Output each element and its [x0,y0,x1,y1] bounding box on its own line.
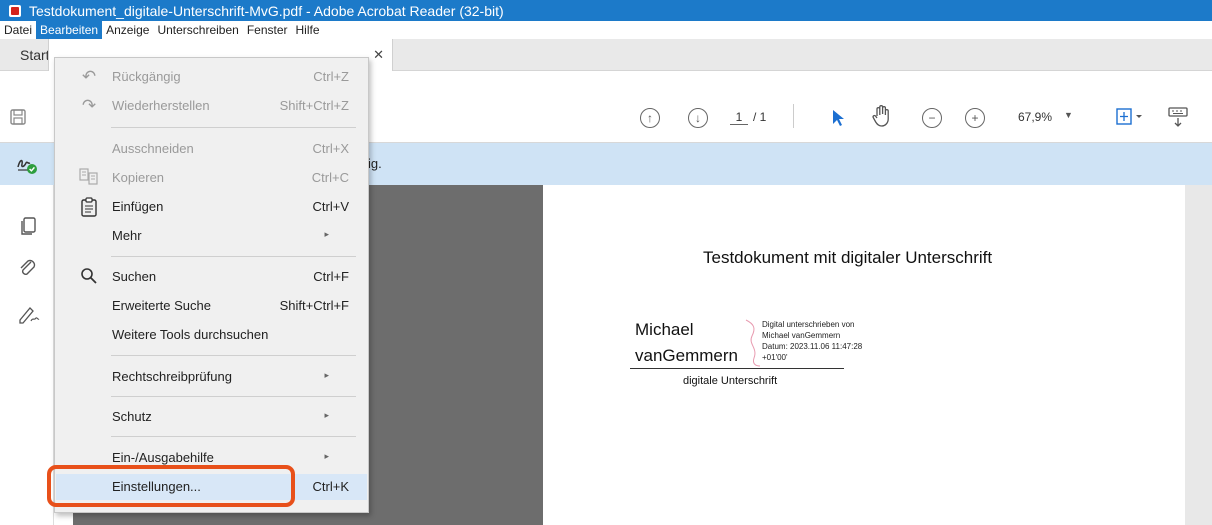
signature-detail-line: +01'00' [762,353,788,362]
right-pane-strip [1185,185,1212,525]
zoom-out-icon[interactable]: − [922,108,942,128]
menu-datei[interactable]: Datei [0,21,36,39]
menu-item-shortcut: Ctrl+Z [313,69,349,84]
signature-line [630,368,844,369]
edit-menu-dropdown: ↶ Rückgängig Ctrl+Z ↷ Wiederherstellen S… [54,57,369,513]
previous-page-icon[interactable]: ↑ [640,108,660,128]
redo-icon: ↷ [81,96,97,115]
submenu-arrow-icon: ▸ [324,410,329,420]
menu-item-copy[interactable]: Kopieren Ctrl+C [56,165,367,191]
close-icon[interactable]: ✕ [373,47,384,63]
menu-separator [111,355,356,356]
menu-separator [111,256,356,257]
menu-separator [111,436,356,437]
menu-item-label: Weitere Tools durchsuchen [112,327,269,342]
undo-icon: ↶ [81,67,97,86]
zoom-level[interactable]: 67,9% [1018,110,1052,124]
menu-bar: Datei Bearbeiten Anzeige Unterschreiben … [0,21,1212,39]
signature-caption: digitale Unterschrift [683,375,778,387]
hand-tool-icon[interactable] [870,104,894,128]
menu-item-label: Einfügen [112,199,164,214]
paste-icon [78,197,100,217]
menu-item-redo[interactable]: ↷ Wiederherstellen Shift+Ctrl+Z [56,93,367,119]
menu-item-more[interactable]: Mehr ▸ [56,223,367,249]
menu-fenster[interactable]: Fenster [243,21,292,39]
menu-item-shortcut: Ctrl+C [311,170,349,185]
annotation-highlight-box [47,465,295,507]
menu-item-spellcheck[interactable]: Rechtschreibprüfung ▸ [56,364,367,390]
menu-item-label: Ausschneiden [112,141,194,156]
menu-item-cut[interactable]: Ausschneiden Ctrl+X [56,136,367,162]
menu-item-advanced-search[interactable]: Erweiterte Suche Shift+Ctrl+F [56,293,367,319]
menu-item-undo[interactable]: ↶ Rückgängig Ctrl+Z [56,64,367,90]
page-number-input[interactable]: 1 [730,110,748,125]
copy-icon [78,168,100,188]
menu-anzeige[interactable]: Anzeige [102,21,153,39]
menu-hilfe[interactable]: Hilfe [292,21,324,39]
zoom-in-icon[interactable]: + [965,108,985,128]
window-title: Testdokument_digitale-Unterschrift-MvG.p… [29,2,504,19]
toolbar-divider [793,104,794,128]
left-tool-rail [0,185,54,525]
submenu-arrow-icon: ▸ [324,229,329,239]
menu-item-paste[interactable]: Einfügen Ctrl+V [56,194,367,220]
signature-bracket [745,319,761,367]
menu-separator [111,127,356,128]
signature-status-text: ig. [368,156,382,171]
signer-name-first: Michael [635,320,694,339]
chevron-down-icon[interactable]: ▼ [1064,110,1073,120]
title-bar: Testdokument_digitale-Unterschrift-MvG.p… [0,0,1212,21]
signer-name-last: vanGemmern [635,346,738,365]
page-total: / 1 [753,110,767,124]
menu-item-shortcut: Shift+Ctrl+F [279,298,349,313]
menu-item-label: Rückgängig [112,69,181,84]
menu-item-shortcut: Ctrl+K [312,479,349,494]
menu-item-shortcut: Ctrl+X [312,141,349,156]
signature-panel-icon[interactable] [17,303,40,325]
fit-page-icon[interactable] [1115,106,1145,128]
menu-item-label: Erweiterte Suche [112,298,211,313]
keyboard-tools-icon[interactable] [1166,105,1190,129]
pages-icon[interactable] [17,215,39,237]
menu-unterschreiben[interactable]: Unterschreiben [153,21,242,39]
acrobat-logo-icon [9,4,21,17]
menu-item-label: Mehr [112,228,142,243]
submenu-arrow-icon: ▸ [324,451,329,461]
next-page-icon[interactable]: ↓ [688,108,708,128]
menu-item-label: Schutz [112,409,152,424]
menu-item-label: Rechtschreibprüfung [112,369,232,384]
attachment-icon[interactable] [17,257,39,279]
menu-item-protection[interactable]: Schutz ▸ [56,404,367,430]
search-icon [78,267,100,287]
menu-item-search[interactable]: Suchen Ctrl+F [56,264,367,290]
signature-detail-line: Datum: 2023.11.06 11:47:28 [762,342,863,351]
document-title: Testdokument mit digitaler Unterschrift [703,248,993,267]
menu-bearbeiten[interactable]: Bearbeiten [36,21,103,39]
signature-detail-line: Digital unterschrieben von [762,320,855,329]
menu-item-label: Ein-/Ausgabehilfe [112,450,214,465]
submenu-arrow-icon: ▸ [324,370,329,380]
signature-valid-icon [16,155,37,174]
signature-detail-line: Michael vanGemmern [762,331,841,340]
save-icon[interactable] [8,107,28,127]
menu-separator [111,396,356,397]
menu-item-shortcut: Shift+Ctrl+Z [279,98,349,113]
menu-item-label: Suchen [112,269,157,284]
menu-item-label: Wiederherstellen [112,98,210,113]
menu-item-shortcut: Ctrl+V [312,199,349,214]
menu-item-shortcut: Ctrl+F [313,269,349,284]
select-cursor-icon[interactable] [828,108,848,128]
menu-item-label: Kopieren [112,170,165,185]
menu-item-search-tools[interactable]: Weitere Tools durchsuchen [56,322,367,348]
tab-start[interactable]: Start [0,39,48,71]
